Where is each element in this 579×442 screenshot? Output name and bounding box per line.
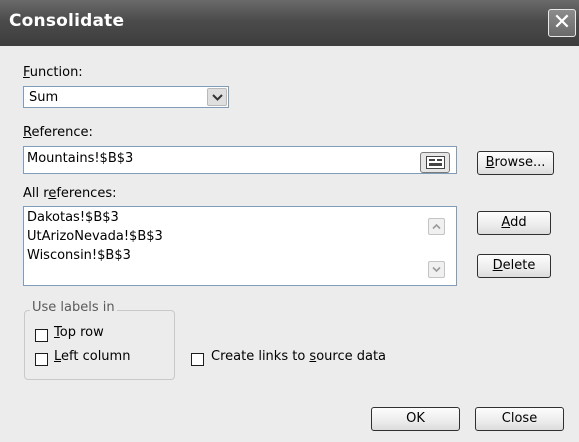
add-button[interactable]: Add [477, 211, 551, 235]
create-links-checkbox[interactable] [191, 353, 204, 366]
browse-label-rest: rowse... [494, 155, 546, 170]
chevron-down-icon[interactable] [207, 88, 227, 106]
scroll-down-icon[interactable] [428, 261, 445, 278]
all-references-label-rest: ferences: [56, 186, 117, 201]
list-item[interactable]: Dakotas!$B$3 [27, 210, 119, 225]
left-column-label-rest: eft column [61, 349, 131, 364]
left-column-checkbox[interactable] [35, 353, 48, 366]
use-labels-group [24, 310, 175, 380]
dialog-title: Consolidate [9, 11, 125, 31]
top-row-label[interactable]: Top row [54, 325, 104, 340]
collapse-dialog-icon[interactable] [420, 152, 450, 173]
delete-button[interactable]: Delete [477, 254, 551, 278]
create-links-label-rest: ource data [316, 349, 387, 364]
left-column-label[interactable]: Left column [54, 349, 130, 364]
add-label-key: A [501, 215, 511, 230]
scroll-up-icon[interactable] [428, 218, 445, 235]
reference-value: Mountains!$B$3 [27, 151, 134, 166]
list-item[interactable]: UtArizoNevada!$B$3 [27, 229, 163, 244]
delete-label-key: D [492, 258, 503, 273]
list-item[interactable]: Wisconsin!$B$3 [27, 248, 131, 263]
function-select[interactable]: Sum [23, 86, 229, 108]
function-value: Sum [29, 90, 59, 105]
function-label: Function: [23, 65, 83, 80]
title-bar[interactable]: Consolidate ✕ [0, 0, 579, 46]
reference-label: Reference: [23, 125, 93, 140]
delete-label-rest: elete [502, 258, 536, 273]
ok-button[interactable]: OK [371, 407, 460, 431]
close-button[interactable]: Close [475, 407, 564, 431]
consolidate-dialog: Consolidate ✕ Function: Sum Reference: M… [0, 0, 579, 442]
all-references-listbox[interactable]: Dakotas!$B$3 UtArizoNevada!$B$3 Wisconsi… [23, 206, 457, 286]
function-label-rest: unction: [29, 65, 83, 80]
all-references-label-pre: All r [23, 186, 49, 201]
browse-button[interactable]: Browse... [477, 151, 554, 175]
add-label-rest: dd [510, 215, 527, 230]
reference-label-rest: eference: [31, 125, 93, 140]
reference-input[interactable]: Mountains!$B$3 [23, 146, 457, 174]
top-row-checkbox[interactable] [35, 329, 48, 342]
browse-label-key: B [485, 155, 495, 170]
close-icon[interactable]: ✕ [548, 9, 576, 37]
function-label-key: F [23, 65, 30, 80]
all-references-label: All references: [23, 186, 116, 201]
create-links-label[interactable]: Create links to source data [211, 349, 386, 364]
top-row-label-rest: op row [59, 325, 104, 340]
use-labels-title: Use labels in [30, 300, 117, 315]
create-links-label-pre: Create links to [211, 349, 310, 364]
left-column-label-key: L [54, 349, 62, 364]
